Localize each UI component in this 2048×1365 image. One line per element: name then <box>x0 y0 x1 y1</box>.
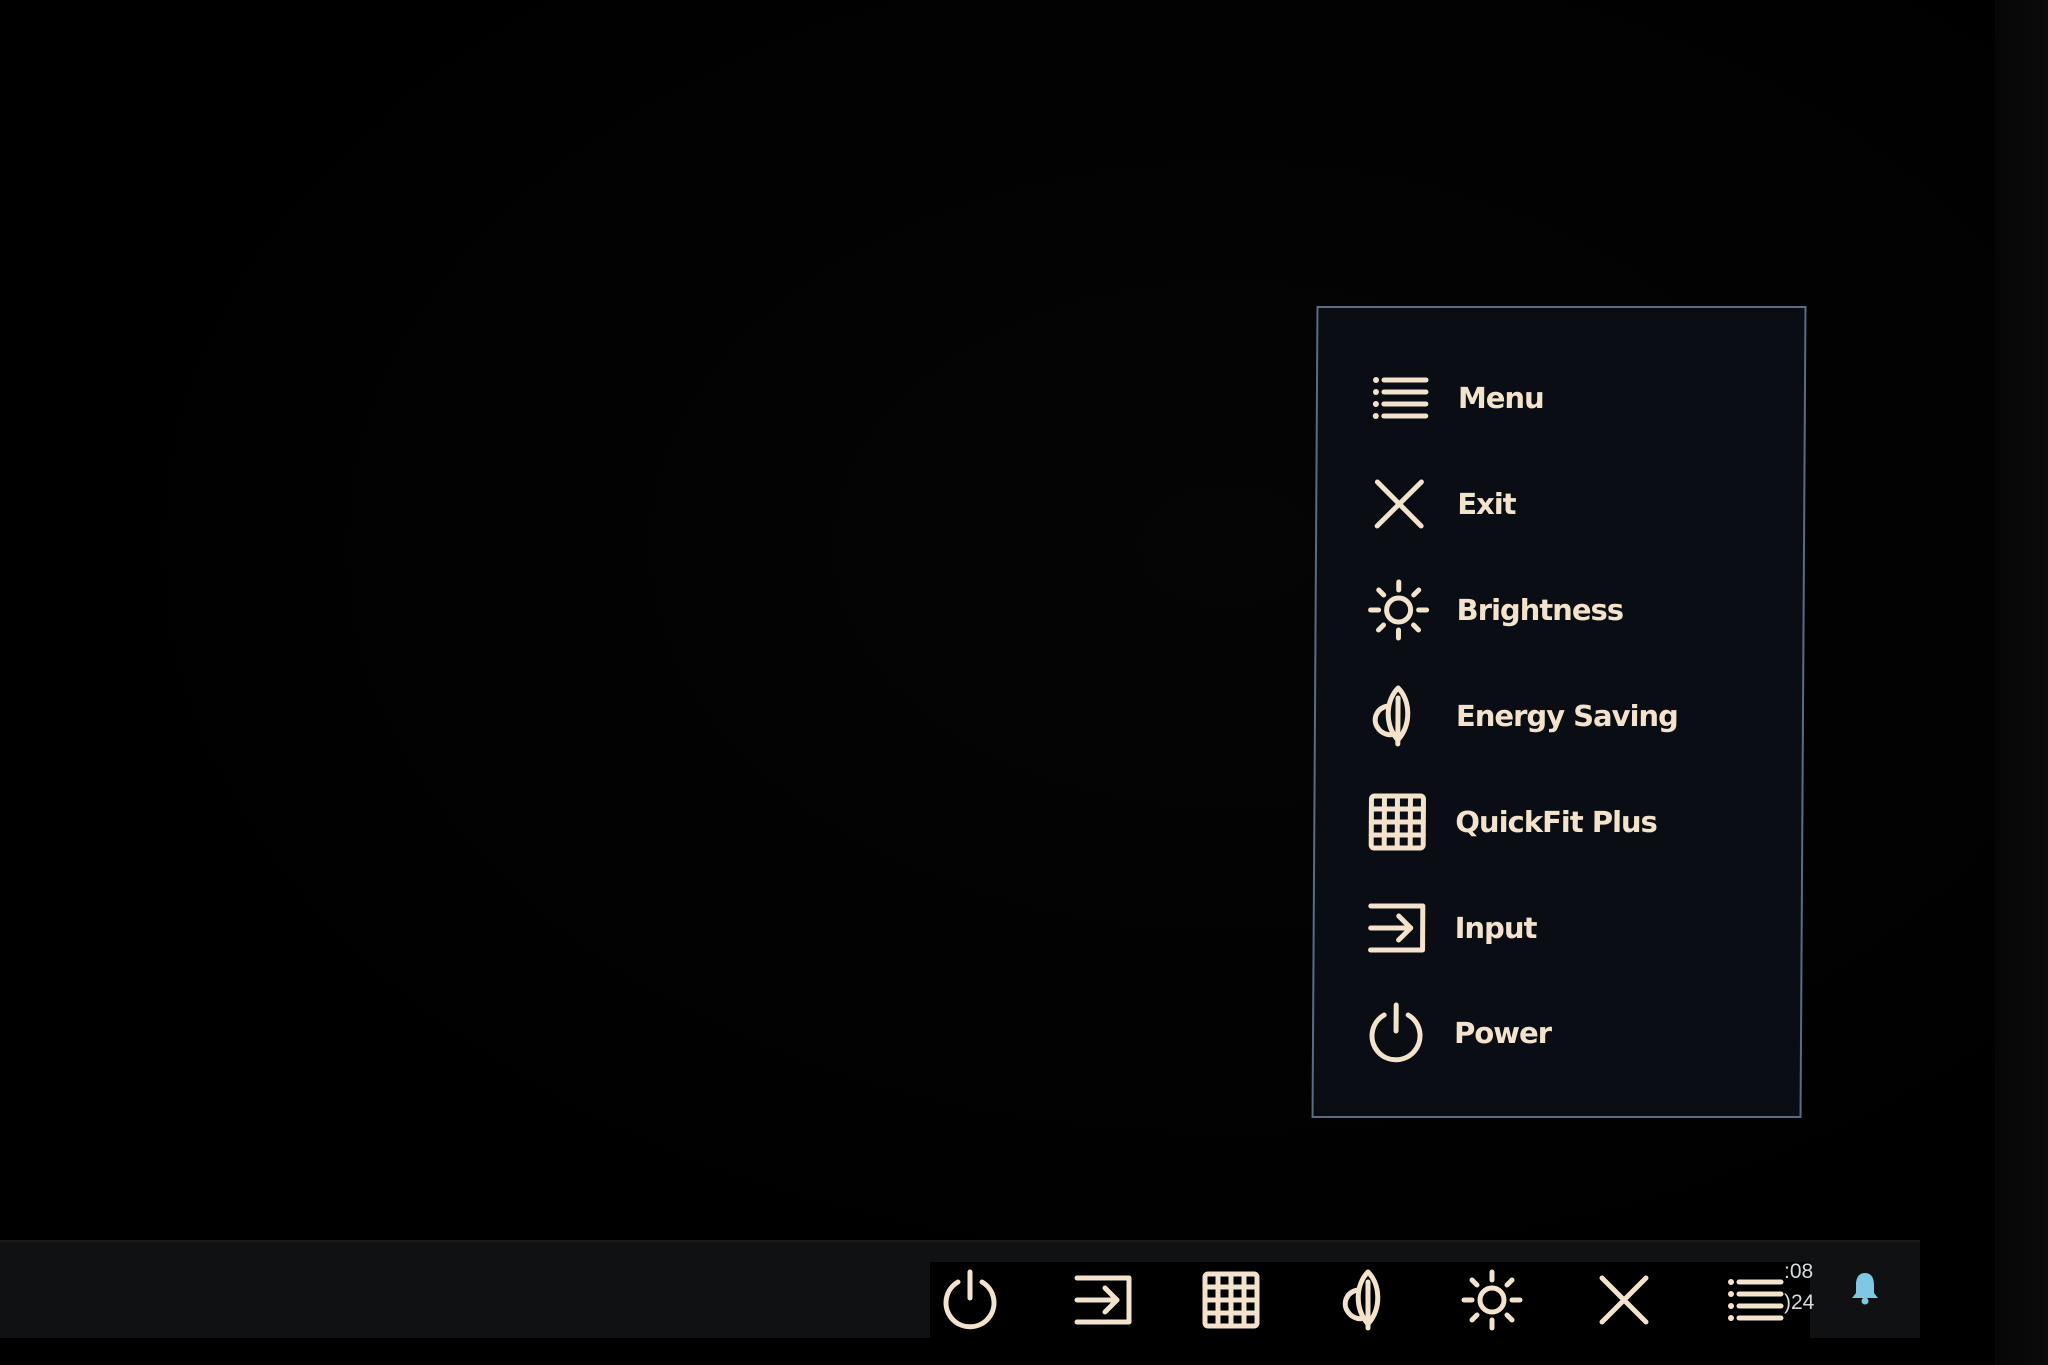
menu-list-icon <box>1368 366 1432 430</box>
osd-item-menu[interactable]: Menu <box>1368 363 1544 433</box>
osd-menu-panel: Menu Exit Brightness Energy Saving Quick… <box>1311 306 1807 1118</box>
osd-item-power[interactable]: Power <box>1364 998 1551 1068</box>
osd-item-label: QuickFit Plus <box>1455 805 1657 839</box>
grid-icon <box>1202 1271 1260 1329</box>
menu-list-icon <box>1728 1279 1784 1321</box>
hotkey-menu[interactable] <box>1720 1268 1790 1332</box>
sun-icon <box>1461 1269 1523 1331</box>
osd-item-label: Brightness <box>1456 593 1624 627</box>
input-arrow-icon <box>1364 896 1428 960</box>
osd-item-label: Exit <box>1457 487 1516 521</box>
screen-bezel-edge <box>1995 0 2048 1365</box>
leaf-icon <box>1342 1269 1381 1331</box>
power-icon <box>1364 1001 1428 1065</box>
clock-time: :08 <box>1784 1260 1814 1283</box>
osd-item-label: Input <box>1454 911 1537 945</box>
hotkey-brightness[interactable] <box>1457 1268 1527 1332</box>
leaf-icon <box>1366 684 1430 748</box>
osd-item-input[interactable]: Input <box>1364 893 1536 963</box>
osd-item-exit[interactable]: Exit <box>1367 469 1516 539</box>
hotkey-input[interactable] <box>1068 1268 1138 1332</box>
close-icon <box>1599 1275 1649 1325</box>
osd-item-brightness[interactable]: Brightness <box>1366 575 1623 645</box>
sun-icon <box>1366 578 1430 642</box>
taskbar-clock[interactable]: :08 )24 <box>1784 1256 1854 1318</box>
power-icon <box>943 1269 997 1330</box>
osd-item-label: Energy Saving <box>1455 699 1678 733</box>
input-arrow-icon <box>1074 1275 1132 1325</box>
hotkey-energy-saving[interactable] <box>1333 1268 1403 1332</box>
hotkey-quickfit[interactable] <box>1196 1268 1266 1332</box>
hotkey-power[interactable] <box>935 1268 1005 1332</box>
osd-item-label: Menu <box>1457 381 1544 415</box>
hotkey-exit[interactable] <box>1589 1268 1659 1332</box>
osd-item-quickfit-plus[interactable]: QuickFit Plus <box>1365 787 1657 857</box>
grid-icon <box>1365 790 1429 854</box>
notification-bell-icon[interactable] <box>1850 1270 1880 1306</box>
osd-item-label: Power <box>1453 1016 1552 1050</box>
close-icon <box>1367 472 1431 536</box>
osd-item-energy-saving[interactable]: Energy Saving <box>1366 681 1678 751</box>
clock-date: )24 <box>1784 1291 1815 1314</box>
